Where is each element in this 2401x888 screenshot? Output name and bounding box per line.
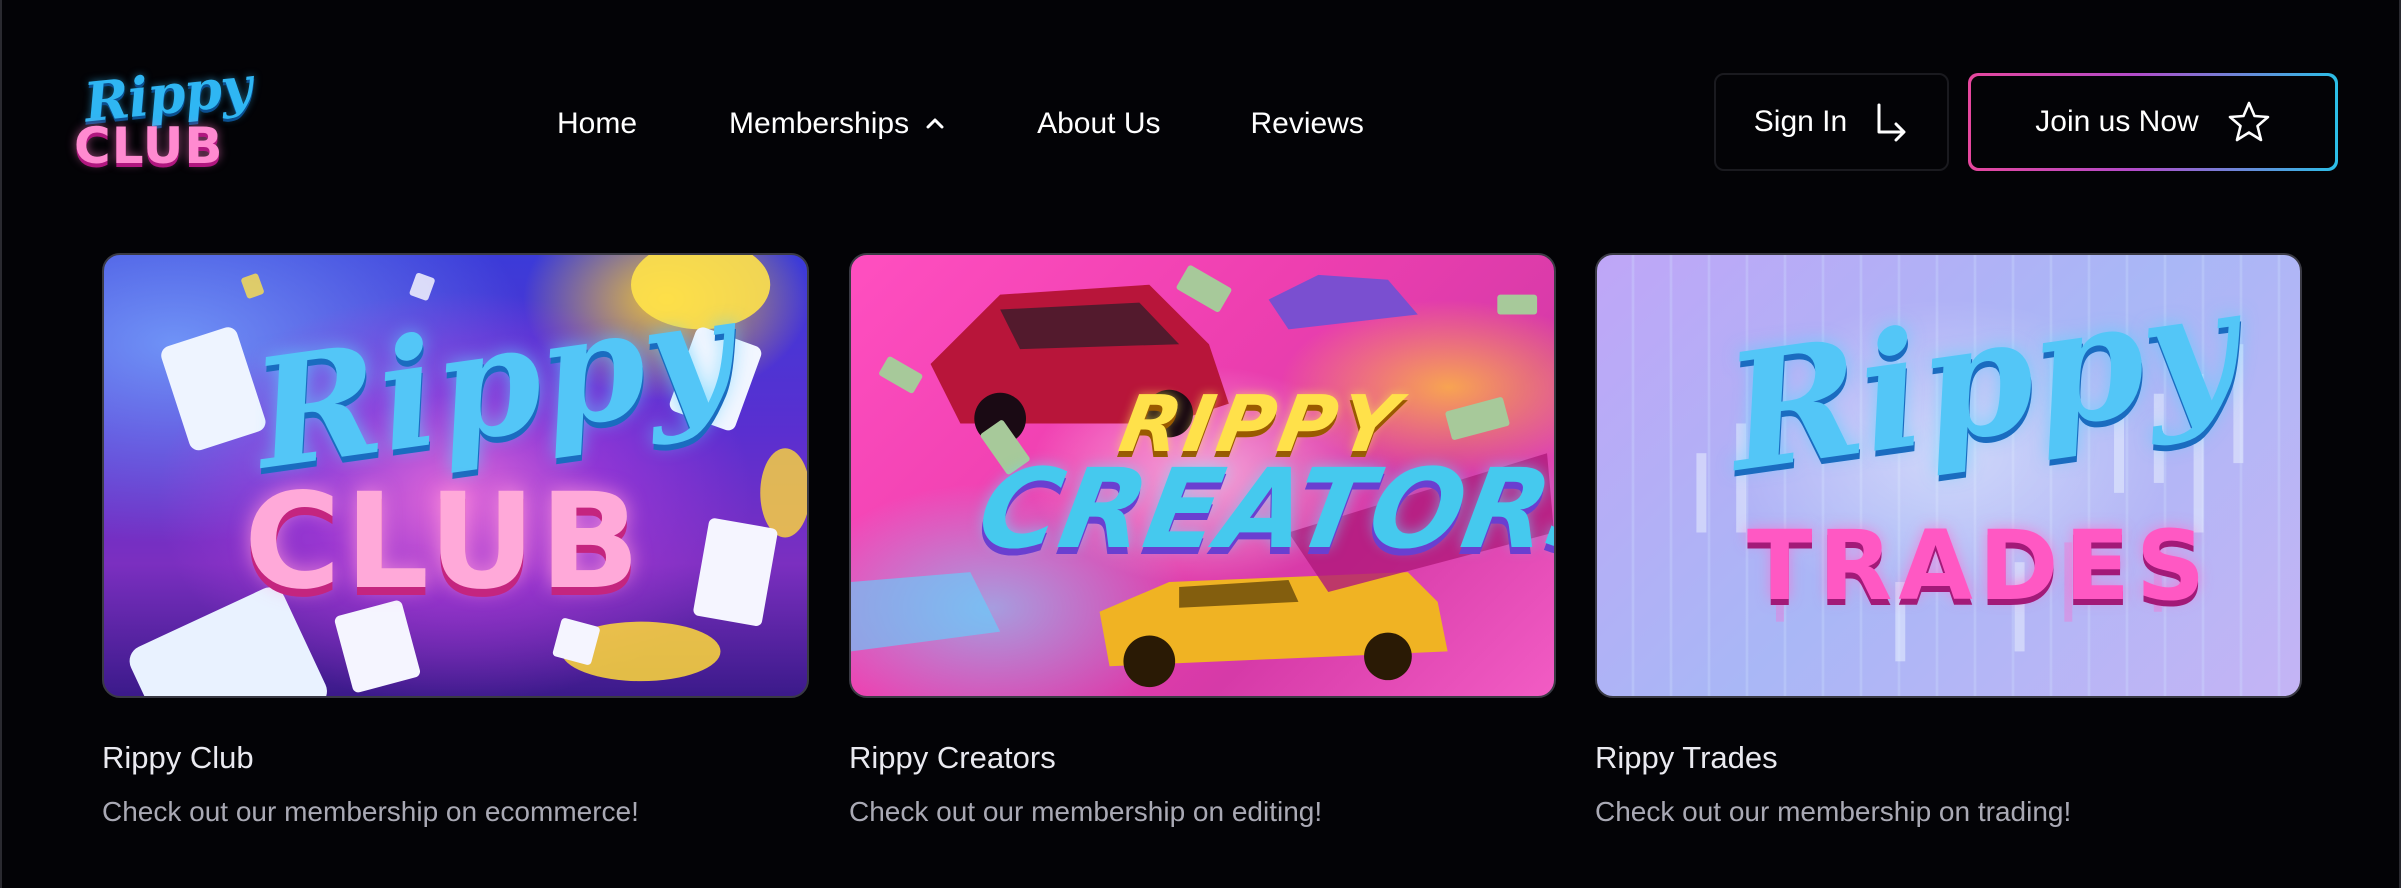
- join-us-now-button[interactable]: Join us Now: [1968, 73, 2338, 171]
- nav-reviews-link[interactable]: Reviews: [1251, 107, 1364, 141]
- logo-word-club: CLUB: [74, 117, 224, 175]
- nav-about-link[interactable]: About Us: [1037, 107, 1160, 141]
- sign-in-label: Sign In: [1753, 105, 1848, 138]
- chevron-up-icon: [926, 118, 944, 129]
- nav-about-label: About Us: [1037, 107, 1161, 140]
- card-art-word-club: CLUB: [244, 465, 645, 619]
- nav-memberships-label: Memberships: [729, 107, 910, 140]
- star-outline-icon: [2228, 101, 2270, 142]
- nav-reviews-label: Reviews: [1250, 107, 1364, 140]
- card-description: Check out our membership on editing!: [849, 796, 1323, 827]
- card-image-creators[interactable]: RIPPY CREATORS: [849, 253, 1556, 698]
- membership-card-club[interactable]: Rippy CLUB Rippy Club Check out our memb…: [102, 253, 809, 828]
- card-title: Rippy Creators: [849, 740, 1056, 775]
- membership-card-trades[interactable]: Rippy TRADES Rippy Trades Check out our …: [1595, 253, 2302, 828]
- join-button-inner: Join us Now: [1971, 76, 2335, 168]
- nav-home-label: Home: [557, 107, 638, 140]
- page: Rippy CLUB Home Memberships About Us Rev…: [0, 0, 2401, 888]
- join-label: Join us Now: [2035, 105, 2199, 138]
- card-description: Check out our membership on ecommerce!: [102, 796, 639, 827]
- card-image-trades[interactable]: Rippy TRADES: [1595, 253, 2302, 698]
- site-header: Rippy CLUB Home Memberships About Us Rev…: [2, 0, 2401, 250]
- card-image-club[interactable]: Rippy CLUB: [102, 253, 809, 698]
- membership-card-creators[interactable]: RIPPY CREATORS Rippy Creators Check out …: [849, 253, 1556, 828]
- nav-memberships-dropdown[interactable]: Memberships: [729, 107, 947, 141]
- card-title: Rippy Club: [102, 740, 254, 775]
- card-title: Rippy Trades: [1595, 740, 1778, 775]
- rippy-club-logo[interactable]: Rippy CLUB: [72, 53, 254, 176]
- sign-in-button[interactable]: Sign In: [1714, 73, 1949, 171]
- card-description: Check out our membership on trading!: [1595, 796, 2072, 827]
- main-nav: Home Memberships About Us Reviews: [557, 100, 1364, 148]
- arrow-turn-down-right-icon: [1877, 103, 1906, 142]
- card-art-word-creators: CREATORS: [969, 445, 1556, 573]
- card-art-word-trades: TRADES: [1747, 510, 2212, 622]
- nav-home-link[interactable]: Home: [557, 107, 637, 141]
